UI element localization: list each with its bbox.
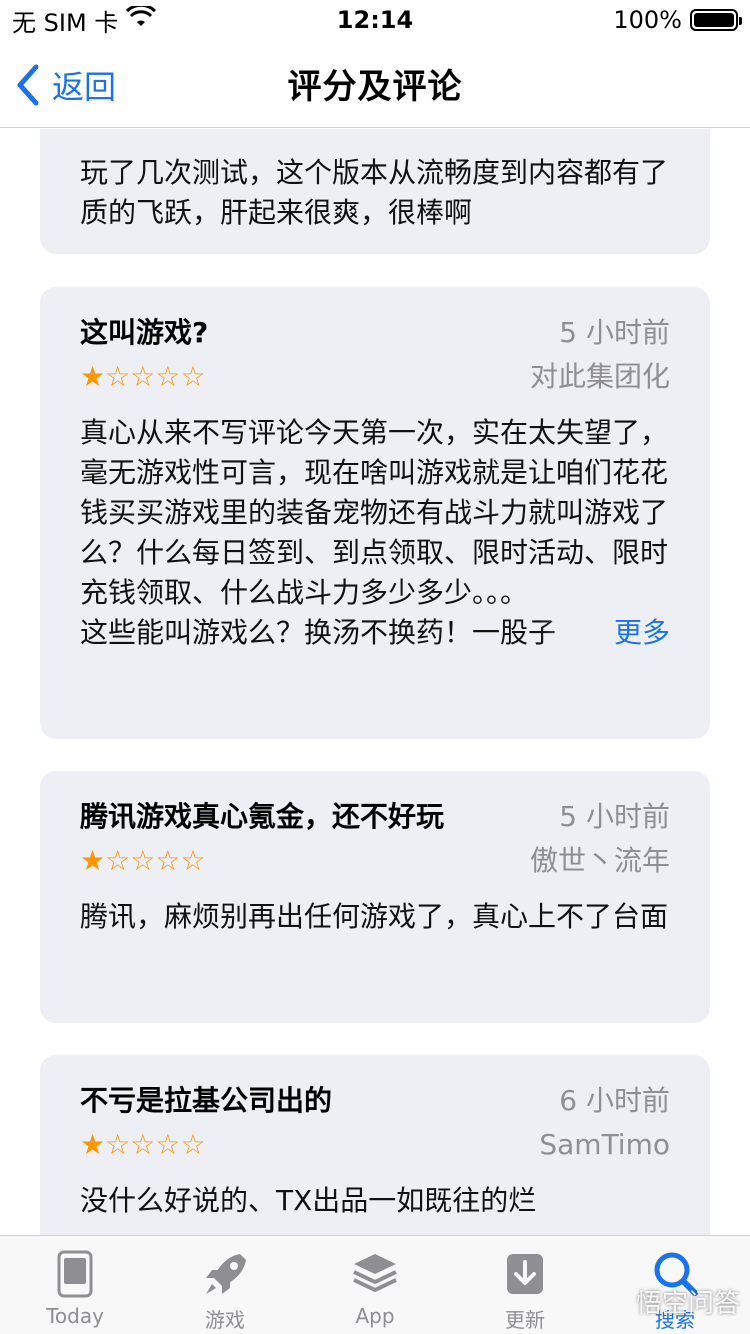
back-button[interactable]: 返回 <box>14 62 116 108</box>
review-meta: ★☆☆☆☆ 对此集团化 <box>80 355 670 399</box>
back-label: 返回 <box>52 68 117 106</box>
review-card[interactable]: 玩了几次测试，这个版本从流畅度到内容都有了质的飞跃，肝起来很爽，很棒啊 <box>40 129 710 254</box>
review-title: 这叫游戏? <box>80 316 209 349</box>
star-rating: ★☆☆☆☆ <box>80 360 206 393</box>
review-time: 5 小时前 <box>559 800 670 833</box>
tab-label: 更新 <box>505 1308 545 1332</box>
tab-label: 搜索 <box>655 1308 695 1332</box>
review-header: 这叫游戏? 5 小时前 <box>80 311 670 355</box>
status-bar: 无 SIM 卡 12:14 100% <box>0 0 750 40</box>
chevron-left-icon <box>17 64 39 106</box>
star-rating: ★☆☆☆☆ <box>80 1128 206 1161</box>
review-card[interactable]: 不亏是拉基公司出的 6 小时前 ★☆☆☆☆ SamTimo 没什么好说的、TX出… <box>40 1055 710 1235</box>
tab-updates[interactable]: 更新 <box>450 1248 600 1333</box>
review-body: 腾讯，麻烦别再出任何游戏了，真心上不了台面 <box>80 900 669 933</box>
review-time: 6 小时前 <box>559 1084 670 1117</box>
rocket-icon <box>206 1254 246 1294</box>
tab-apps[interactable]: App <box>300 1248 450 1328</box>
layers-icon <box>353 1254 397 1292</box>
review-author: SamTimo <box>539 1128 670 1161</box>
review-author: 傲世丶流年 <box>529 844 670 877</box>
review-body-last-line: 这些能叫游戏么？换汤不换药！一股子 更多 <box>80 613 670 653</box>
review-header: 腾讯游戏真心氪金，还不好玩 5 小时前 <box>80 795 670 839</box>
review-card[interactable]: 腾讯游戏真心氪金，还不好玩 5 小时前 ★☆☆☆☆ 傲世丶流年 腾讯，麻烦别再出… <box>40 771 710 1023</box>
review-body: 玩了几次测试，这个版本从流畅度到内容都有了质的飞跃，肝起来很爽，很棒啊 <box>80 156 669 229</box>
review-body-truncated: 这些能叫游戏么？换汤不换药！一股子 <box>80 616 557 649</box>
reviews-list[interactable]: 玩了几次测试，这个版本从流畅度到内容都有了质的飞跃，肝起来很爽，很棒啊 这叫游戏… <box>0 129 750 1235</box>
battery-percent: 100% <box>613 6 682 34</box>
carrier-label: 无 SIM 卡 <box>12 8 119 37</box>
tab-today[interactable]: Today <box>0 1248 150 1328</box>
tab-label: App <box>355 1304 395 1328</box>
tab-label: 游戏 <box>205 1308 245 1332</box>
review-body: 没什么好说的、TX出品一如既往的烂 <box>80 1184 537 1217</box>
tab-search[interactable]: 搜索 <box>600 1248 750 1333</box>
page-title: 评分及评论 <box>287 67 463 107</box>
review-card[interactable]: 这叫游戏? 5 小时前 ★☆☆☆☆ 对此集团化 真心从来不写评论今天第一次，实在… <box>40 287 710 739</box>
download-icon <box>507 1254 543 1294</box>
review-title: 不亏是拉基公司出的 <box>80 1084 333 1117</box>
review-body: 真心从来不写评论今天第一次，实在太失望了，毫无游戏性可言，现在啥叫游戏就是让咱们… <box>80 416 669 609</box>
tab-games[interactable]: 游戏 <box>150 1248 300 1333</box>
battery-icon <box>690 9 742 31</box>
status-left: 无 SIM 卡 <box>12 3 157 38</box>
status-right: 100% <box>613 6 742 34</box>
review-meta: ★☆☆☆☆ 傲世丶流年 <box>80 839 670 883</box>
review-meta: ★☆☆☆☆ SamTimo <box>80 1123 670 1167</box>
nav-bar: 返回 评分及评论 <box>0 40 750 128</box>
review-header: 不亏是拉基公司出的 6 小时前 <box>80 1079 670 1123</box>
tab-bar: Today 游戏 App 更新 搜索 悟空问答 <box>0 1235 750 1334</box>
tab-label: Today <box>46 1304 104 1328</box>
wifi-icon <box>126 3 157 34</box>
star-rating: ★☆☆☆☆ <box>80 844 206 877</box>
today-icon <box>57 1250 93 1298</box>
review-author: 对此集团化 <box>529 360 670 393</box>
review-time: 5 小时前 <box>559 316 670 349</box>
search-icon <box>654 1252 698 1296</box>
review-title: 腾讯游戏真心氪金，还不好玩 <box>80 800 445 833</box>
more-button[interactable]: 更多 <box>614 613 670 653</box>
